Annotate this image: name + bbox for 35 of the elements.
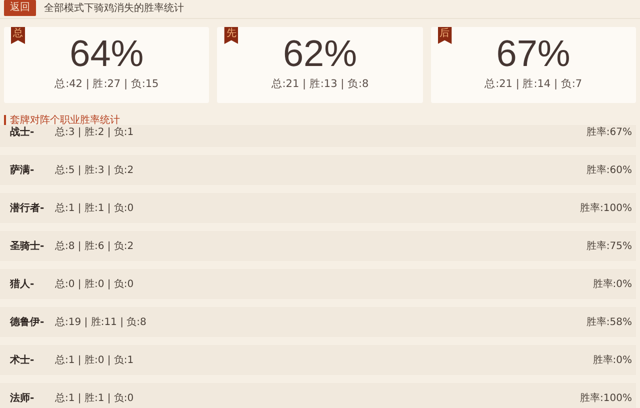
class-name: 术士- (10, 354, 36, 367)
win-rate: 胜率:100% (580, 202, 632, 215)
record-text: 总:21 | 胜:14 | 负:7 (484, 77, 582, 91)
win-rate: 胜率:67% (586, 126, 632, 139)
record-text: 总:19 | 胜:11 | 负:8 (55, 316, 148, 329)
win-rate: 62% (282, 34, 358, 74)
win-rate: 64% (70, 34, 144, 74)
win-rate: 胜率:58% (586, 316, 632, 329)
class-name: 法师- (10, 392, 36, 405)
class-name: 潜行者- (10, 202, 46, 215)
ribbon-badge: 总 (11, 27, 25, 44)
record-text: 总:0 | 胜:0 | 负:0 (55, 278, 135, 291)
win-rate: 胜率:60% (586, 164, 632, 177)
record-text: 总:1 | 胜:1 | 负:0 (55, 392, 135, 405)
class-name: 战士- (10, 126, 36, 139)
win-rate: 胜率:100% (580, 392, 632, 405)
class-name: 德鲁伊- (10, 316, 46, 329)
win-rate: 胜率:0% (592, 278, 632, 291)
win-rate: 胜率:0% (592, 354, 632, 367)
class-name: 猎人- (10, 278, 36, 291)
record-text: 总:1 | 胜:1 | 负:0 (55, 202, 135, 215)
record-text: 总:1 | 胜:0 | 负:1 (55, 354, 135, 367)
record-text: 总:3 | 胜:2 | 负:1 (55, 126, 135, 139)
record-text: 总:5 | 胜:3 | 负:2 (55, 164, 135, 177)
back-button[interactable]: 返回 (4, 0, 36, 16)
record-text: 总:42 | 胜:27 | 负:15 (54, 77, 159, 91)
class-name: 圣骑士- (10, 240, 46, 253)
record-text: 总:8 | 胜:6 | 负:2 (55, 240, 135, 253)
ribbon-badge: 后 (438, 27, 452, 44)
class-name: 萨满- (10, 164, 36, 177)
record-text: 总:21 | 胜:13 | 负:8 (271, 77, 369, 91)
ribbon-badge: 先 (224, 27, 238, 44)
page-title: 全部模式下骑鸡消失的胜率统计 (44, 2, 184, 15)
win-rate: 67% (496, 34, 570, 74)
win-rate: 胜率:75% (586, 240, 632, 253)
